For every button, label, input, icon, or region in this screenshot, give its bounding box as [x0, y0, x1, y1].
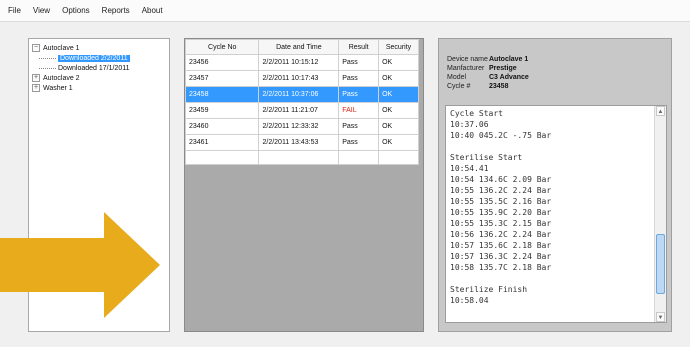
cell-security: OK [378, 70, 419, 87]
table-row-selected[interactable]: 23458 2/2/2011 10:37:06 Pass OK [184, 86, 419, 103]
table-header-row: Cycle No Date and Time Result Security [184, 39, 419, 55]
tree-node-downloaded-2-2-2011[interactable]: Downloaded 2/2/2011 [32, 53, 166, 63]
cell-cycle: 23461 [184, 134, 260, 151]
cycle-grid-panel: Cycle No Date and Time Result Security 2… [184, 38, 424, 332]
tree-node-label: Washer 1 [43, 84, 73, 92]
table-row[interactable]: 23461 2/2/2011 13:43:53 Pass OK [184, 134, 419, 151]
info-value-device-name: Autoclave 1 [489, 56, 529, 63]
cell-empty [378, 150, 419, 165]
tree-node-label: Autoclave 2 [43, 74, 80, 82]
cell-datetime: 2/2/2011 11:21:07 [258, 102, 340, 119]
table-row[interactable]: 23460 2/2/2011 12:33:32 Pass OK [184, 118, 419, 135]
table-row[interactable]: 23459 2/2/2011 11:21:07 FAIL OK [184, 102, 419, 119]
expand-icon[interactable]: + [32, 74, 40, 82]
cell-result-fail: FAIL [338, 102, 380, 119]
cell-result: Pass [338, 86, 380, 103]
cell-cycle: 23459 [184, 102, 260, 119]
device-info: Device name Autoclave 1 Manfacturer Presti… [447, 55, 529, 91]
table-row-new[interactable] [184, 150, 419, 165]
cell-cycle: 23460 [184, 118, 260, 135]
tree-node-washer-1[interactable]: + Washer 1 [32, 83, 166, 93]
cell-empty [184, 150, 260, 165]
info-label: Manfacturer [447, 65, 485, 72]
cell-security: OK [378, 134, 419, 151]
cell-result: Pass [338, 134, 380, 151]
expand-icon[interactable]: + [32, 84, 40, 92]
log-scrollbar[interactable]: ▲ ▼ [654, 106, 666, 322]
cell-security: OK [378, 102, 419, 119]
tree-node-downloaded-17-1-2011[interactable]: Downloaded 17/1/2011 [32, 63, 166, 73]
menu-view[interactable]: View [33, 6, 50, 15]
info-value-cycle: 23458 [489, 83, 509, 90]
column-header-result[interactable]: Result [338, 39, 380, 55]
cell-cycle: 23458 [184, 86, 260, 103]
cell-result: Pass [338, 54, 380, 71]
cell-cycle: 23456 [184, 54, 260, 71]
cell-result: Pass [338, 70, 380, 87]
cell-security: OK [378, 54, 419, 71]
cell-datetime: 2/2/2011 12:33:32 [258, 118, 340, 135]
cell-result: Pass [338, 118, 380, 135]
table-row[interactable]: 23456 2/2/2011 10:15:12 Pass OK [184, 54, 419, 71]
column-header-date-time[interactable]: Date and Time [258, 39, 340, 55]
menu-options[interactable]: Options [62, 6, 90, 15]
scroll-up-icon[interactable]: ▲ [656, 106, 665, 116]
info-label: Model [447, 74, 467, 81]
column-header-security[interactable]: Security [378, 39, 419, 55]
menu-about[interactable]: About [142, 6, 163, 15]
cell-cycle: 23457 [184, 70, 260, 87]
collapse-icon[interactable]: − [32, 44, 40, 52]
menu-reports[interactable]: Reports [102, 6, 130, 15]
arrow-icon [0, 212, 160, 318]
cell-datetime: 2/2/2011 10:37:06 [258, 86, 340, 103]
tree-node-label: Downloaded 17/1/2011 [58, 64, 130, 72]
cycle-detail-panel: Device name Autoclave 1 Manfacturer Presti… [438, 38, 672, 332]
cycle-log-text: Cycle Start 10:37.06 10:40 045.2C -.75 B… [450, 109, 552, 305]
tree-node-autoclave-2[interactable]: + Autoclave 2 [32, 73, 166, 83]
cell-security: OK [378, 86, 419, 103]
cell-empty [258, 150, 340, 165]
info-label: Cycle # [447, 83, 471, 90]
cell-empty [338, 150, 380, 165]
cell-security: OK [378, 118, 419, 135]
table-row[interactable]: 23457 2/2/2011 10:17:43 Pass OK [184, 70, 419, 87]
menu-bar: File View Options Reports About [0, 0, 690, 22]
menu-file[interactable]: File [8, 6, 21, 15]
info-label: Device name [447, 56, 488, 63]
info-value-model: C3 Advance [489, 74, 529, 81]
tree-node-label: Downloaded 2/2/2011 [58, 54, 130, 62]
scrollbar-thumb[interactable] [656, 234, 665, 294]
tree-node-label: Autoclave 1 [43, 44, 80, 52]
cell-datetime: 2/2/2011 10:17:43 [258, 70, 340, 87]
cycle-table: Cycle No Date and Time Result Security 2… [184, 39, 419, 165]
scroll-down-icon[interactable]: ▼ [656, 312, 665, 322]
cell-datetime: 2/2/2011 10:15:12 [258, 54, 340, 71]
cell-datetime: 2/2/2011 13:43:53 [258, 134, 340, 151]
tree-node-autoclave-1[interactable]: − Autoclave 1 [32, 43, 166, 53]
info-value-manufacturer: Prestige [489, 65, 517, 72]
cycle-log-textbox[interactable]: Cycle Start 10:37.06 10:40 045.2C -.75 B… [445, 105, 667, 323]
column-header-cycle-no[interactable]: Cycle No [184, 39, 260, 55]
